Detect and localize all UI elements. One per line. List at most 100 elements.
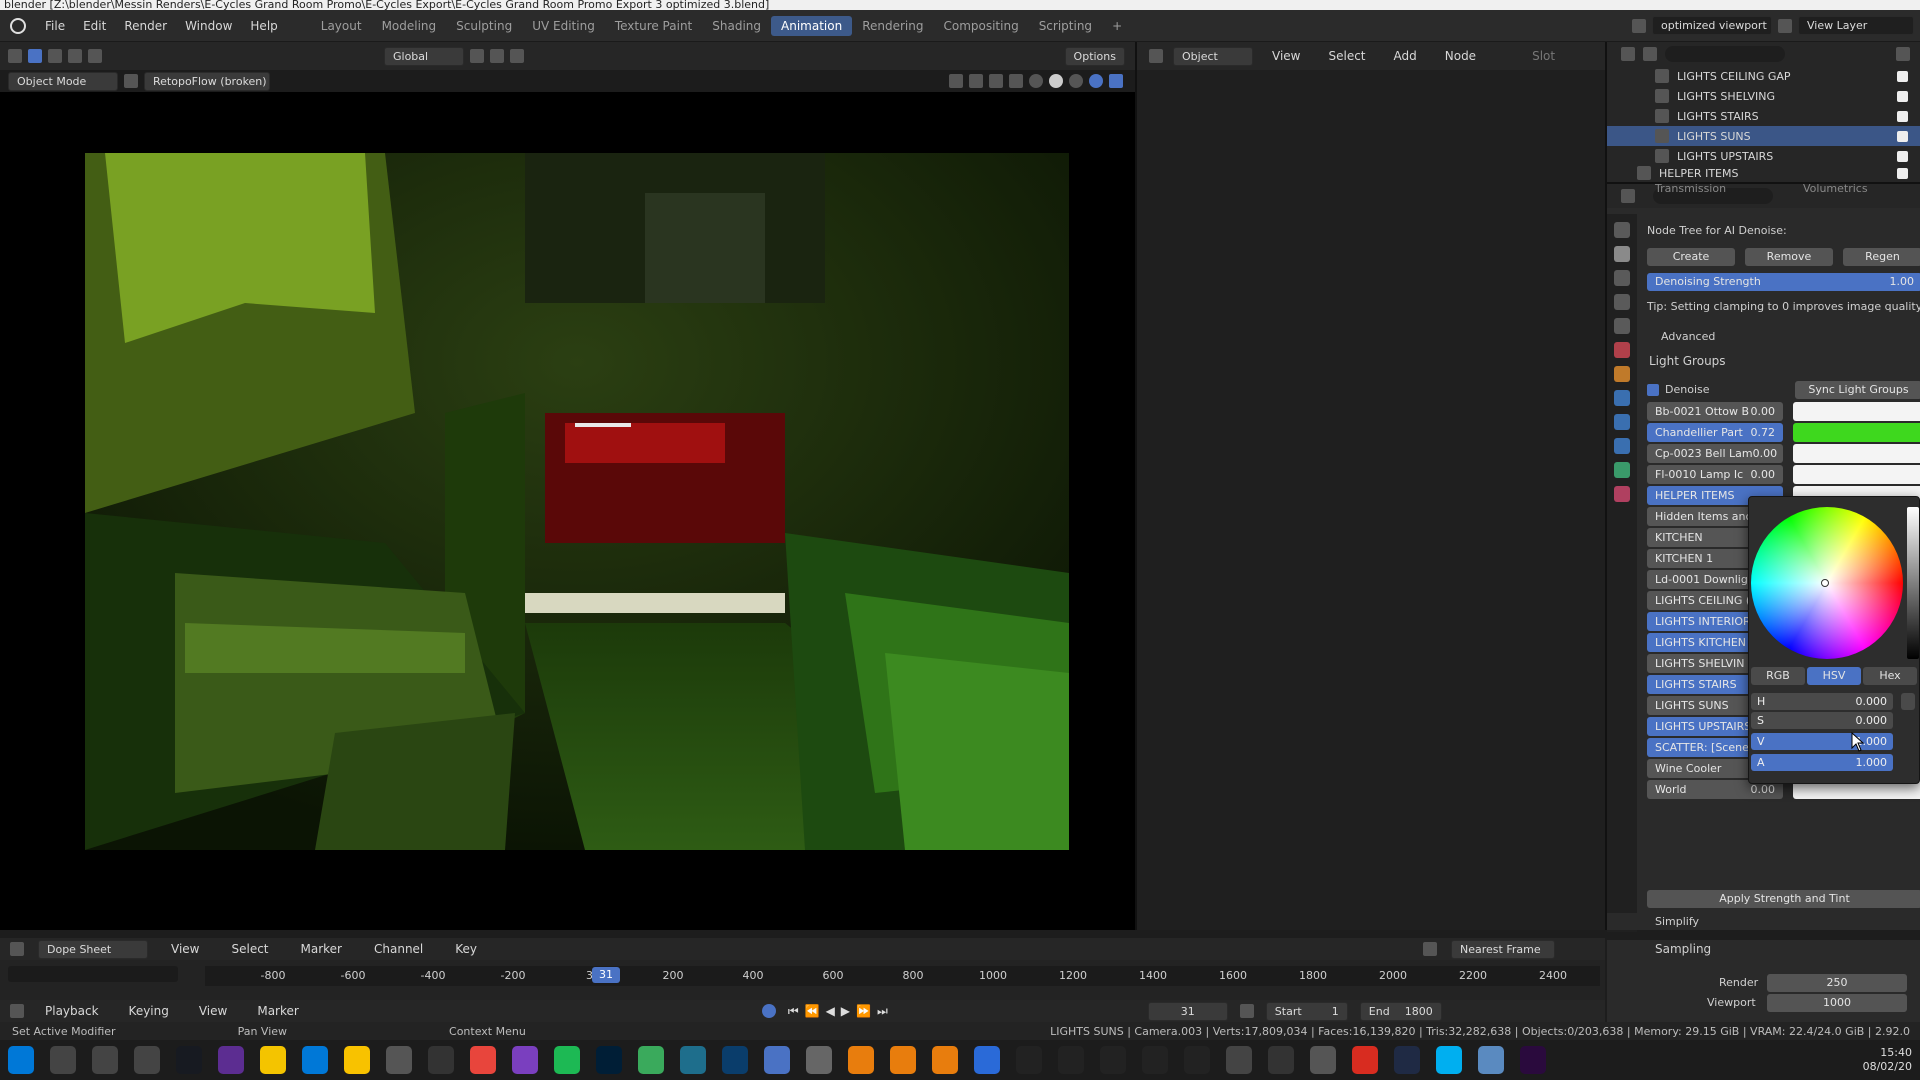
tab-modeling[interactable]: Modeling bbox=[372, 16, 447, 36]
ds-menu-select[interactable]: Select bbox=[222, 942, 277, 956]
search-icon[interactable] bbox=[50, 1046, 76, 1074]
physics-tab-icon[interactable] bbox=[1614, 438, 1630, 454]
remove-button[interactable]: Remove bbox=[1745, 248, 1833, 266]
output-tab-icon[interactable] bbox=[1614, 270, 1630, 286]
chrome-icon[interactable] bbox=[470, 1046, 496, 1074]
node-menu-add[interactable]: Add bbox=[1385, 49, 1426, 63]
mode-hsv-tab[interactable]: HSV bbox=[1807, 667, 1861, 685]
alpha-field[interactable]: A 1.000 bbox=[1751, 754, 1893, 771]
sketchup-icon[interactable] bbox=[680, 1046, 706, 1074]
hue-field[interactable]: H 0.000 bbox=[1751, 693, 1893, 710]
ds-menu-marker[interactable]: Marker bbox=[292, 942, 351, 956]
viewport-samples-field[interactable]: 1000 bbox=[1767, 994, 1907, 1012]
wireframe-shading-icon[interactable] bbox=[1029, 74, 1043, 88]
marker-menu[interactable]: Marker bbox=[248, 1004, 307, 1018]
tab-layout[interactable]: Layout bbox=[311, 16, 372, 36]
color-wheel-cursor[interactable] bbox=[1821, 579, 1829, 587]
editor-type-icon[interactable] bbox=[1149, 49, 1163, 63]
light-groups-panel-label[interactable]: Light Groups bbox=[1649, 354, 1726, 368]
eyedropper-icon[interactable] bbox=[1901, 693, 1915, 710]
calculator-icon[interactable] bbox=[386, 1046, 412, 1074]
davinci-icon[interactable] bbox=[428, 1046, 454, 1074]
node-menu-node[interactable]: Node bbox=[1436, 49, 1485, 63]
visibility-checkbox[interactable] bbox=[1897, 110, 1908, 122]
light-group-tint-swatch[interactable] bbox=[1793, 444, 1920, 463]
outliner-item[interactable]: LIGHTS SHELVING bbox=[1607, 86, 1920, 106]
light-group-strength-field[interactable]: Bb-0021 Ottow B 0.00 bbox=[1647, 402, 1783, 421]
display-mode-icon[interactable] bbox=[1643, 47, 1657, 61]
create-button[interactable]: Create bbox=[1647, 248, 1735, 266]
light-group-tint-swatch[interactable] bbox=[1793, 423, 1920, 442]
record-icon[interactable] bbox=[761, 1004, 776, 1018]
world-tab-icon[interactable] bbox=[1614, 342, 1630, 358]
chat-icon[interactable] bbox=[512, 1046, 538, 1074]
unity-icon[interactable] bbox=[1226, 1046, 1252, 1074]
photos-icon[interactable] bbox=[1478, 1046, 1504, 1074]
denoise-checkbox[interactable] bbox=[1647, 384, 1659, 396]
menu-render[interactable]: Render bbox=[115, 19, 176, 33]
steam-icon[interactable] bbox=[176, 1046, 202, 1074]
slot-dropdown[interactable]: Slot bbox=[1523, 49, 1564, 63]
filter-icon[interactable] bbox=[1896, 47, 1910, 61]
visibility-checkbox[interactable] bbox=[1897, 167, 1908, 179]
visibility-checkbox[interactable] bbox=[1897, 150, 1908, 162]
node-editor[interactable]: Object View Select Add Node Slot bbox=[1135, 42, 1607, 930]
dope-sheet[interactable]: Dope Sheet View Select Marker Channel Ke… bbox=[0, 938, 1605, 1008]
taskview-icon[interactable] bbox=[134, 1046, 160, 1074]
current-frame-field[interactable]: 31 bbox=[1147, 1001, 1228, 1021]
end-frame-field[interactable]: End 1800 bbox=[1359, 1001, 1442, 1021]
cortana-icon[interactable] bbox=[92, 1046, 118, 1074]
blender-logo-icon[interactable] bbox=[10, 17, 26, 34]
select-mode-icon[interactable] bbox=[88, 49, 102, 63]
sublime-icon[interactable] bbox=[638, 1046, 664, 1074]
arrow-icon[interactable] bbox=[1394, 1046, 1420, 1074]
blender1-icon[interactable] bbox=[848, 1046, 874, 1074]
solid-shading-icon[interactable] bbox=[1049, 74, 1063, 88]
tab-uv-editing[interactable]: UV Editing bbox=[522, 16, 605, 36]
light-group-strength-field[interactable]: Cp-0023 Bell Lam 0.00 bbox=[1647, 444, 1783, 463]
sync-light-groups-button[interactable]: Sync Light Groups bbox=[1795, 381, 1920, 399]
node-menu-view[interactable]: View bbox=[1263, 49, 1309, 63]
visibility-checkbox[interactable] bbox=[1897, 130, 1908, 142]
ds-menu-channel[interactable]: Channel bbox=[365, 942, 432, 956]
outliner[interactable]: LIGHTS CEILING GAP LIGHTS SHELVING LIGHT… bbox=[1605, 42, 1920, 182]
regen-button[interactable]: Regen bbox=[1843, 248, 1920, 266]
tool-tab-icon[interactable] bbox=[1614, 222, 1630, 238]
sampling-label[interactable]: Sampling bbox=[1655, 942, 1711, 956]
outliner-item-selected[interactable]: LIGHTS SUNS bbox=[1607, 126, 1920, 146]
render-tab-icon[interactable] bbox=[1614, 246, 1630, 262]
light-group-strength-field[interactable]: Fl-0010 Lamp Ic 0.00 bbox=[1647, 465, 1783, 484]
light-group-row[interactable]: Chandellier Part 0.72 bbox=[1647, 423, 1920, 442]
proportional-edit-icon[interactable] bbox=[510, 49, 524, 63]
outliner-item[interactable]: LIGHTS UPSTAIRS bbox=[1607, 146, 1920, 166]
light-group-tint-swatch[interactable] bbox=[1793, 465, 1920, 484]
store-icon[interactable] bbox=[302, 1046, 328, 1074]
app2-icon[interactable] bbox=[1310, 1046, 1336, 1074]
rendered-shading-icon[interactable] bbox=[1089, 74, 1103, 88]
tab-scripting[interactable]: Scripting bbox=[1029, 16, 1102, 36]
filter-icon[interactable] bbox=[1423, 942, 1437, 956]
mode-rgb-tab[interactable]: RGB bbox=[1751, 667, 1805, 685]
visibility-icon[interactable] bbox=[949, 74, 963, 88]
c-icon[interactable] bbox=[1184, 1046, 1210, 1074]
tab-compositing[interactable]: Compositing bbox=[933, 16, 1028, 36]
clock-icon[interactable] bbox=[1239, 1004, 1254, 1018]
simplify-label[interactable]: Simplify bbox=[1655, 915, 1699, 928]
light-group-row[interactable]: Bb-0021 Ottow B 0.00 bbox=[1647, 402, 1920, 421]
scene-icon[interactable] bbox=[1632, 18, 1646, 33]
ds-menu-key[interactable]: Key bbox=[446, 942, 486, 956]
ds-menu-view[interactable]: View bbox=[162, 942, 208, 956]
menu-edit[interactable]: Edit bbox=[74, 19, 115, 33]
photo-icon[interactable] bbox=[764, 1046, 790, 1074]
tab-sculpting[interactable]: Sculpting bbox=[446, 16, 522, 36]
menu-file[interactable]: File bbox=[36, 19, 74, 33]
obs4-icon[interactable] bbox=[1142, 1046, 1168, 1074]
spotify-icon[interactable] bbox=[554, 1046, 580, 1074]
playback-menu[interactable]: Playback bbox=[36, 1004, 108, 1018]
app1-icon[interactable] bbox=[974, 1046, 1000, 1074]
overlay-icon[interactable] bbox=[989, 74, 1003, 88]
xray-icon[interactable] bbox=[1009, 74, 1023, 88]
select-mode-icon[interactable] bbox=[48, 49, 62, 63]
snap-mode-dropdown[interactable]: Nearest Frame bbox=[1451, 939, 1555, 959]
denoising-strength-slider[interactable]: Denoising Strength 1.00 bbox=[1647, 273, 1920, 291]
